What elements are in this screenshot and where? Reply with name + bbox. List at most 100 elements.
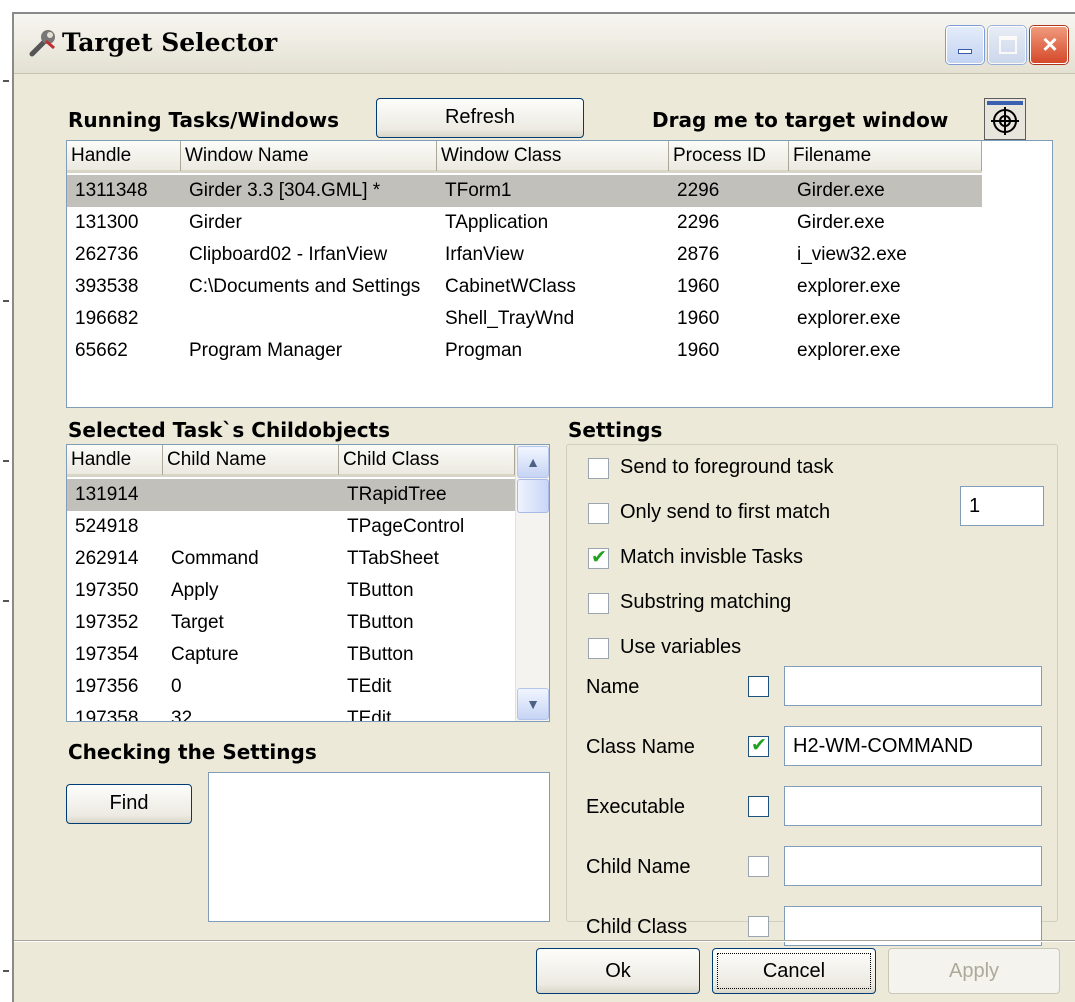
find-result-box[interactable] [208,772,550,922]
child-class-field-checkbox[interactable] [748,916,769,937]
child-row[interactable]: 197350 Apply TButton [67,575,515,607]
executable-field-label: Executable [586,796,685,818]
send-to-foreground-label[interactable]: Send to foreground task [620,456,833,479]
child-row[interactable]: 197352 Target TButton [67,607,515,639]
task-cell-window-class: CabinetWClass [445,276,576,297]
child-cell-handle: 197352 [75,612,139,633]
running-tasks-label: Running Tasks/Windows [68,108,340,132]
task-cell-window-class: TForm1 [445,180,512,201]
focus-ring [717,953,871,989]
scroll-thumb[interactable] [517,479,549,513]
chevron-down-icon: ▼ [526,696,540,712]
name-field-checkbox[interactable] [748,676,769,697]
task-cell-window-class: Shell_TrayWnd [445,308,575,329]
child-cell-child-class: TEdit [347,708,392,722]
first-match-count-input[interactable]: 1 [960,486,1044,526]
task-cell-window-name: Clipboard02 - IrfanView [189,244,388,265]
column-header-handle[interactable]: Handle [67,445,163,475]
child-cell-child-class: TPageControl [347,516,465,537]
background-mark [3,600,9,602]
task-row[interactable]: 65662 Program Manager Progman 1960 explorer.… [67,335,982,367]
refresh-button[interactable]: Refresh [376,98,584,138]
task-cell-process-id: 2296 [677,212,720,233]
task-row[interactable]: 1311348 Girder 3.3 [304.GML] * TForm1 2296 G… [67,175,982,207]
child-row[interactable]: 262914 Command TTabSheet [67,543,515,575]
column-header-window-name[interactable]: Window Name [181,141,437,171]
executable-field-checkbox[interactable] [748,796,769,817]
maximize-button[interactable] [988,26,1026,64]
child-cell-child-class: TButton [347,580,414,601]
background-mark [3,300,9,302]
ok-button[interactable]: Ok [536,948,700,994]
task-row[interactable]: 393538 C:\Documents and Settings CabinetWC… [67,271,982,303]
task-cell-filename: explorer.exe [797,308,901,329]
child-row[interactable]: 197354 Capture TButton [67,639,515,671]
child-row[interactable]: 524918 TPageControl [67,511,515,543]
close-icon: × [1042,29,1058,59]
child-name-field-input[interactable] [784,846,1042,886]
childobjects-list[interactable]: Handle Child Name Child Class ▲ ▼ 131914… [66,444,550,722]
only-first-match-checkbox[interactable] [588,503,609,524]
child-cell-child-name: Command [171,548,259,569]
match-invisible-label[interactable]: Match invisble Tasks [620,546,803,569]
task-row[interactable]: 262736 Clipboard02 - IrfanView IrfanView 28… [67,239,982,271]
column-header-filename[interactable]: Filename [789,141,982,171]
maximize-icon [999,36,1017,54]
target-selector-dialog: Target Selector × Running Tasks/Windows … [12,12,1075,1002]
child-cell-child-class: TButton [347,644,414,665]
send-to-foreground-checkbox[interactable] [588,458,609,479]
footer-separator [14,940,1075,942]
child-row[interactable]: 197358 32 TEdit [67,703,515,722]
running-tasks-list[interactable]: Handle Window Name Window Class Process … [66,140,1053,408]
class-name-field-checkbox[interactable]: ✔ [748,735,769,757]
child-cell-handle: 197358 [75,708,139,722]
column-header-window-class[interactable]: Window Class [437,141,669,171]
child-cell-child-class: TTabSheet [347,548,439,569]
task-cell-filename: explorer.exe [797,276,901,297]
minimize-button[interactable] [946,26,984,64]
child-name-field-checkbox[interactable] [748,856,769,877]
cancel-button[interactable]: Cancel [712,948,876,994]
name-field-input[interactable] [784,666,1042,706]
childobjects-list-header: Handle Child Name Child Class [67,445,515,477]
child-row[interactable]: 197356 0 TEdit [67,671,515,703]
match-invisible-checkbox[interactable]: ✔ [588,547,609,569]
task-cell-handle: 262736 [75,244,139,265]
drag-target-handle[interactable] [984,98,1026,140]
task-cell-process-id: 1960 [677,308,720,329]
checkmark-icon: ✔ [591,547,607,568]
column-header-process-id[interactable]: Process ID [669,141,789,171]
task-row[interactable]: 196682 Shell_TrayWnd 1960 explorer.exe [67,303,982,335]
child-cell-child-name [167,511,339,543]
child-cell-child-name [167,479,339,511]
only-first-match-label[interactable]: Only send to first match [620,501,830,524]
column-header-child-name[interactable]: Child Name [163,445,339,475]
column-header-child-class[interactable]: Child Class [339,445,515,475]
child-cell-handle: 197354 [75,644,139,665]
column-header-handle[interactable]: Handle [67,141,181,171]
background-mark [3,80,9,82]
class-name-field-input[interactable]: H2-WM-COMMAND [784,726,1042,766]
tasks-list-header: Handle Window Name Window Class Process … [67,141,982,173]
use-variables-checkbox[interactable] [588,638,609,659]
child-cell-handle: 262914 [75,548,139,569]
minimize-icon [958,49,972,54]
child-cell-child-name: Apply [171,580,219,601]
substring-matching-label[interactable]: Substring matching [620,591,791,614]
child-cell-handle: 197350 [75,580,139,601]
use-variables-label[interactable]: Use variables [620,636,741,659]
task-cell-window-class: TApplication [445,212,549,233]
find-button[interactable]: Find [66,784,192,824]
childobjects-scrollbar[interactable]: ▲ ▼ [515,445,549,721]
task-row[interactable]: 131300 Girder TApplication 2296 Girder.exe [67,207,982,239]
child-row[interactable]: 131914 TRapidTree [67,479,515,511]
scroll-down-button[interactable]: ▼ [517,688,549,720]
title-bar[interactable]: Target Selector × [14,14,1075,74]
executable-field-input[interactable] [784,786,1042,826]
task-cell-handle: 196682 [75,308,139,329]
close-button[interactable]: × [1030,26,1068,64]
substring-matching-checkbox[interactable] [588,593,609,614]
class-name-field-label: Class Name [586,736,695,758]
scroll-up-button[interactable]: ▲ [517,446,549,478]
apply-button[interactable]: Apply [888,948,1060,994]
